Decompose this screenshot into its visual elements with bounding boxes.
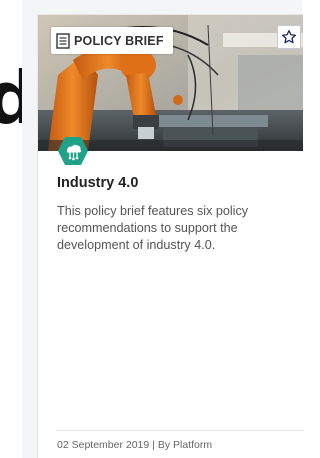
- content-type-tag: POLICY BRIEF: [51, 27, 173, 54]
- page: d POLICY BRIEF Industry 4.0 This policy …: [0, 0, 303, 458]
- publish-date: 02 September 2019: [57, 439, 150, 451]
- topic-badge: [58, 137, 88, 165]
- card-title[interactable]: Industry 4.0: [57, 175, 138, 191]
- document-icon: [56, 32, 70, 49]
- card-footer-divider: [57, 430, 303, 431]
- card-meta: 02 September 2019 | By Platform: [57, 439, 212, 451]
- star-icon: [282, 30, 296, 44]
- card-description: This policy brief features six policy re…: [57, 204, 249, 252]
- bookmark-star-button[interactable]: [277, 25, 301, 49]
- policy-brief-card[interactable]: POLICY BRIEF Industry 4.0 This policy br…: [37, 14, 303, 458]
- content-type-label: POLICY BRIEF: [74, 33, 164, 48]
- meta-separator: |: [152, 439, 155, 451]
- author-label: By Platform: [157, 439, 213, 451]
